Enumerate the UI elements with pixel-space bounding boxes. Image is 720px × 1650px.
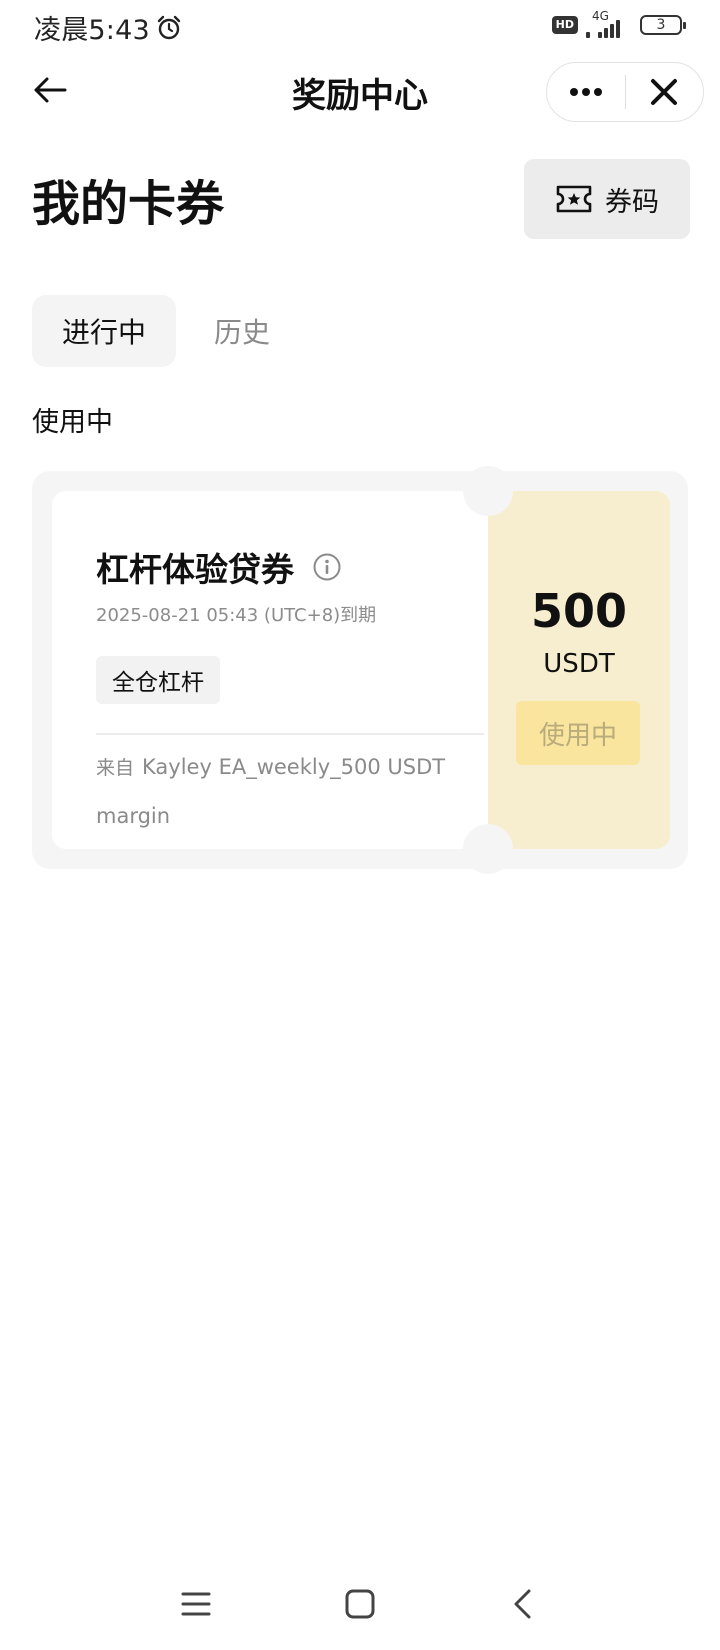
- status-indicators: HD 4G 3: [551, 9, 686, 38]
- coupon-source: 来自 Kayley EA_weekly_500 USDT margin: [96, 743, 476, 840]
- battery-level: 3: [656, 17, 666, 33]
- coupon-notch-top: [463, 466, 513, 516]
- status-time: 凌晨5:43: [34, 15, 150, 46]
- section-label-in-use: 使用中: [32, 407, 113, 438]
- status-bar: 凌晨5:43 HD 4G 3: [0, 0, 720, 52]
- chevron-left-icon: [514, 1589, 531, 1619]
- alarm-clock-icon: [157, 15, 181, 39]
- coupon-name-row: 杠杆体验贷券: [96, 543, 342, 591]
- more-dots-icon: [569, 88, 602, 96]
- menu-lines-icon: [181, 1592, 211, 1616]
- coupon-amount: 500: [530, 584, 628, 638]
- coupon-source-text: Kayley EA_weekly_500 USDT margin: [96, 755, 446, 828]
- close-button[interactable]: [626, 63, 704, 121]
- close-icon: [651, 79, 678, 105]
- coupon-unit: USDT: [543, 649, 615, 679]
- system-back-button[interactable]: [498, 1580, 546, 1628]
- recent-apps-button[interactable]: [172, 1580, 220, 1628]
- coupon-source-prefix: 来自: [96, 757, 135, 779]
- coupon-details: 杠杆体验贷券 2025-08-21 05:43 (UTC+8)到期 全仓杠杆 来…: [52, 491, 488, 849]
- mini-program-capsule: [546, 62, 704, 122]
- hd-badge: HD: [551, 16, 578, 34]
- more-button[interactable]: [547, 63, 625, 121]
- coupon-value-panel: 500 USDT 使用中: [488, 491, 670, 849]
- coupon-code-label: 券码: [605, 186, 659, 218]
- coupon-divider: [96, 733, 484, 735]
- signal-indicator: 4G: [586, 9, 632, 38]
- coupon-tag: 全仓杠杆: [96, 656, 220, 704]
- coupon-name: 杠杆体验贷券: [96, 550, 294, 589]
- coupon-expiry: 2025-08-21 05:43 (UTC+8)到期: [96, 605, 377, 626]
- info-icon[interactable]: [312, 552, 342, 582]
- tab-history[interactable]: 历史: [202, 295, 282, 367]
- home-button[interactable]: [336, 1580, 384, 1628]
- signal-bars-icon: [586, 20, 620, 38]
- coupon-card: 杠杆体验贷券 2025-08-21 05:43 (UTC+8)到期 全仓杠杆 来…: [32, 466, 688, 874]
- in-use-button[interactable]: 使用中: [516, 701, 640, 765]
- nav-bar: 奖励中心: [0, 56, 720, 128]
- page-title: 我的卡券: [32, 176, 225, 232]
- status-time-group: 凌晨5:43: [34, 8, 182, 47]
- ticket-star-icon: [556, 185, 592, 213]
- coupon-notch-bottom: [463, 824, 513, 874]
- system-navigation-bar: [0, 1570, 720, 1638]
- square-home-icon: [345, 1589, 375, 1619]
- coupon-code-button[interactable]: 券码: [524, 159, 690, 239]
- tab-in-progress[interactable]: 进行中: [32, 295, 176, 367]
- battery-icon: 3: [640, 15, 686, 35]
